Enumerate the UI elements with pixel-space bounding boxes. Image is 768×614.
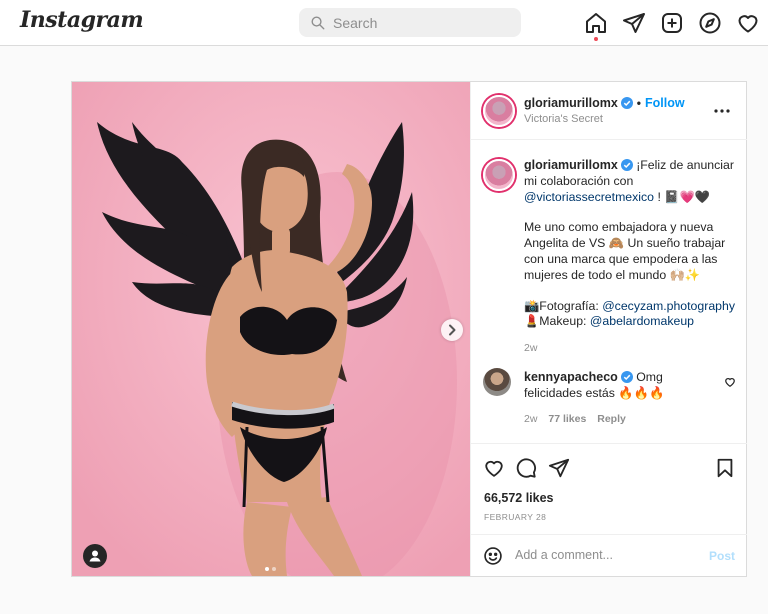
search-input[interactable] bbox=[333, 8, 513, 37]
separator-dot: • bbox=[636, 96, 641, 110]
emoji-icon[interactable] bbox=[483, 546, 503, 566]
follow-button[interactable]: Follow bbox=[645, 96, 685, 110]
comment-icon[interactable] bbox=[515, 457, 537, 479]
post-card: gloriamurillomx • Follow Victoria's Secret… bbox=[71, 81, 747, 577]
home-icon[interactable] bbox=[584, 11, 608, 35]
commenter-avatar[interactable] bbox=[483, 368, 511, 396]
top-navbar: Instagram bbox=[0, 0, 768, 46]
post-photo[interactable] bbox=[72, 82, 470, 576]
new-post-icon[interactable] bbox=[660, 11, 684, 35]
caption-paragraph: Me uno como embajadora y nueva Angelita … bbox=[524, 220, 726, 282]
verified-badge-icon bbox=[620, 371, 633, 383]
post-comment-button[interactable]: Post bbox=[709, 549, 735, 563]
author-avatar[interactable] bbox=[483, 95, 515, 127]
comment-like-icon[interactable] bbox=[724, 376, 736, 388]
caption-emoji: ! 📓💗🖤 bbox=[657, 189, 711, 204]
instagram-logo[interactable]: Instagram bbox=[20, 7, 144, 33]
verified-badge-icon bbox=[620, 159, 633, 171]
chevron-right-icon bbox=[449, 324, 456, 336]
comments-section[interactable]: gloriamurillomx ¡Feliz de anunciar mi co… bbox=[471, 141, 747, 443]
mention-link[interactable]: @victoriassecretmexico bbox=[524, 190, 654, 204]
like-icon[interactable] bbox=[483, 457, 505, 479]
caption-author-avatar[interactable] bbox=[483, 159, 515, 191]
person-icon bbox=[89, 550, 101, 562]
makeup-artist-mention-link[interactable]: @abelardomakeup bbox=[590, 314, 694, 328]
post-caption: gloriamurillomx ¡Feliz de anunciar mi co… bbox=[524, 158, 736, 357]
caption-credits: 📸Fotografía: @cecyzam.photography 💄Makeu… bbox=[524, 299, 736, 331]
direct-icon[interactable] bbox=[622, 11, 646, 35]
likes-count[interactable]: 66,572 likes bbox=[484, 491, 554, 505]
more-options-icon[interactable] bbox=[713, 104, 731, 118]
carousel-dot-active bbox=[265, 567, 269, 571]
add-comment-input[interactable] bbox=[515, 543, 695, 567]
makeup-credit-label: 💄Makeup: bbox=[524, 314, 590, 329]
photographer-mention-link[interactable]: @cecyzam.photography bbox=[602, 299, 735, 313]
comment-timestamp[interactable]: 2w bbox=[524, 413, 537, 425]
add-comment-bar: Post bbox=[471, 534, 747, 576]
post-location[interactable]: Victoria's Secret bbox=[524, 113, 603, 125]
carousel-dot bbox=[272, 567, 276, 571]
carousel-indicator bbox=[265, 560, 276, 574]
search-icon bbox=[311, 16, 325, 30]
post-side-panel: gloriamurillomx • Follow Victoria's Secret… bbox=[470, 82, 747, 576]
commenter-username[interactable]: kennyapacheco bbox=[524, 370, 618, 384]
photo-credit-label: 📸Fotografía: bbox=[524, 298, 603, 313]
share-icon[interactable] bbox=[548, 457, 570, 479]
caption-timestamp[interactable]: 2w bbox=[524, 341, 736, 357]
post-header-title: gloriamurillomx • Follow bbox=[524, 96, 685, 110]
post-photo-illustration bbox=[72, 82, 470, 576]
caption-username[interactable]: gloriamurillomx bbox=[524, 158, 618, 172]
next-photo-button[interactable] bbox=[441, 319, 463, 341]
comment-likes[interactable]: 77 likes bbox=[548, 413, 586, 425]
author-username[interactable]: gloriamurillomx bbox=[524, 96, 618, 110]
search-box[interactable] bbox=[299, 8, 521, 37]
comment-body: kennyapacheco Omg felicidades estás 🔥🔥🔥 bbox=[524, 370, 714, 402]
post-date[interactable]: FEBRUARY 28 bbox=[484, 512, 546, 522]
activity-icon[interactable] bbox=[736, 11, 760, 35]
explore-icon[interactable] bbox=[698, 11, 722, 35]
post-actions: 66,572 likes FEBRUARY 28 bbox=[471, 443, 747, 533]
verified-badge-icon bbox=[620, 97, 633, 109]
reply-button[interactable]: Reply bbox=[597, 413, 626, 425]
post-header: gloriamurillomx • Follow Victoria's Secret bbox=[471, 82, 747, 140]
tagged-users-button[interactable] bbox=[83, 544, 107, 568]
comment-meta: 2w 77 likes Reply bbox=[524, 413, 626, 425]
home-active-dot bbox=[594, 37, 598, 41]
save-bookmark-icon[interactable] bbox=[714, 457, 736, 479]
